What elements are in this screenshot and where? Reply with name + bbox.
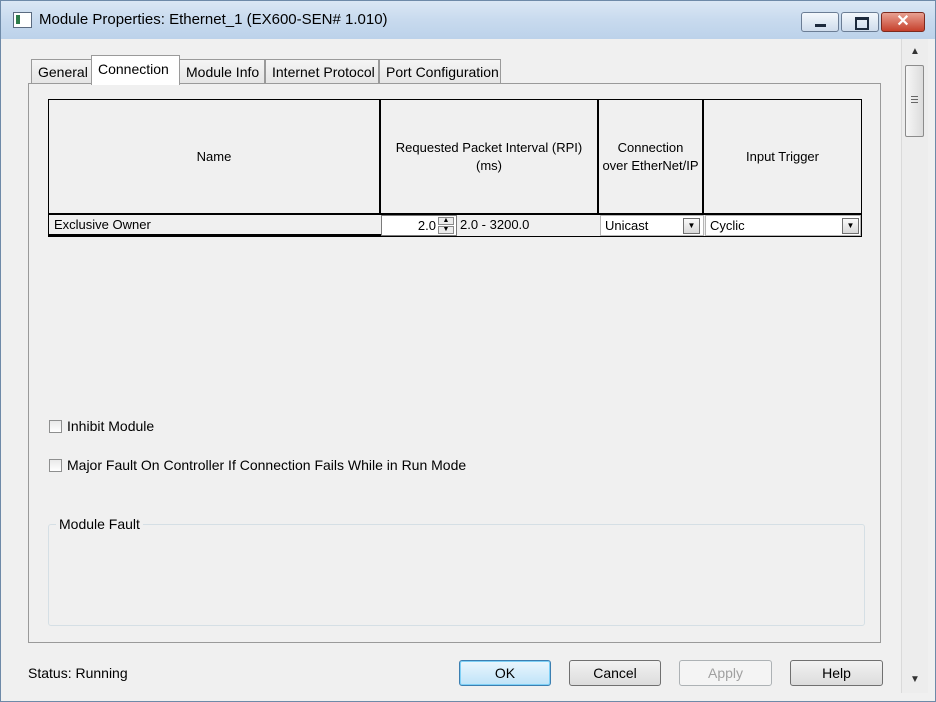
module-fault-label: Module Fault bbox=[56, 516, 143, 532]
window-title: Module Properties: Ethernet_1 (EX600-SEN… bbox=[39, 11, 388, 28]
connection-name-cell[interactable]: Exclusive Owner bbox=[49, 215, 381, 236]
column-header-name: Name bbox=[49, 100, 381, 215]
column-header-rpi: Requested Packet Interval (RPI) (ms) bbox=[381, 100, 599, 215]
tab-general[interactable]: General bbox=[31, 59, 93, 85]
vertical-scrollbar[interactable]: ▲ ▼ bbox=[901, 39, 928, 693]
input-trigger-select[interactable]: Cyclic bbox=[705, 215, 861, 236]
maximize-button[interactable] bbox=[841, 12, 879, 32]
dialog-client-area: General Connection Module Info Internet … bbox=[11, 39, 901, 693]
tab-connection[interactable]: Connection bbox=[91, 55, 180, 85]
major-fault-label[interactable]: Major Fault On Controller If Connection … bbox=[67, 457, 466, 473]
minimize-icon bbox=[815, 24, 826, 27]
column-header-input-trigger: Input Trigger bbox=[704, 100, 861, 215]
close-button[interactable]: ✕ bbox=[881, 12, 925, 32]
application-icon bbox=[13, 12, 32, 28]
chevron-down-icon[interactable]: ▼ bbox=[683, 218, 700, 234]
scroll-up-icon[interactable]: ▲ bbox=[902, 43, 928, 61]
column-header-trigger-label: Input Trigger bbox=[746, 148, 819, 164]
help-button[interactable]: Help bbox=[790, 660, 883, 686]
connection-tab-panel: Name Requested Packet Interval (RPI) (ms… bbox=[28, 83, 881, 643]
close-icon: ✕ bbox=[896, 13, 910, 30]
maximize-icon bbox=[855, 17, 869, 30]
scroll-down-icon[interactable]: ▼ bbox=[902, 671, 928, 689]
scrollbar-thumb[interactable] bbox=[905, 65, 924, 137]
inhibit-module-label[interactable]: Inhibit Module bbox=[67, 418, 154, 434]
rpi-spinner[interactable]: ▲ ▼ bbox=[438, 217, 454, 234]
module-fault-group bbox=[48, 524, 865, 626]
column-header-connection: Connection over EtherNet/IP bbox=[599, 100, 704, 215]
column-header-connection-label: Connection bbox=[617, 139, 684, 155]
ok-button[interactable]: OK bbox=[459, 660, 551, 686]
tab-internet-protocol[interactable]: Internet Protocol bbox=[265, 59, 379, 85]
spin-up-icon[interactable]: ▲ bbox=[438, 217, 454, 225]
column-header-name-label: Name bbox=[196, 148, 232, 164]
chevron-down-icon[interactable]: ▼ bbox=[842, 218, 859, 234]
apply-button[interactable]: Apply bbox=[679, 660, 772, 686]
major-fault-checkbox[interactable] bbox=[49, 459, 62, 472]
connection-grid: Name Requested Packet Interval (RPI) (ms… bbox=[48, 99, 862, 237]
status-text: Status: Running bbox=[28, 665, 128, 681]
title-bar[interactable]: Module Properties: Ethernet_1 (EX600-SEN… bbox=[1, 1, 935, 39]
column-header-rpi-label: Requested Packet Interval (RPI) bbox=[395, 139, 583, 155]
module-properties-dialog: Module Properties: Ethernet_1 (EX600-SEN… bbox=[0, 0, 936, 702]
rpi-range-text: 2.0 - 3200.0 bbox=[457, 215, 599, 236]
tab-module-info[interactable]: Module Info bbox=[179, 59, 265, 85]
minimize-button[interactable] bbox=[801, 12, 839, 32]
column-header-rpi-unit: (ms) bbox=[475, 157, 502, 173]
spin-down-icon[interactable]: ▼ bbox=[438, 226, 454, 234]
cancel-button[interactable]: Cancel bbox=[569, 660, 661, 686]
tab-port-configuration[interactable]: Port Configuration bbox=[379, 59, 501, 85]
inhibit-module-checkbox[interactable] bbox=[49, 420, 62, 433]
column-header-connection-sub: over EtherNet/IP bbox=[602, 157, 699, 173]
